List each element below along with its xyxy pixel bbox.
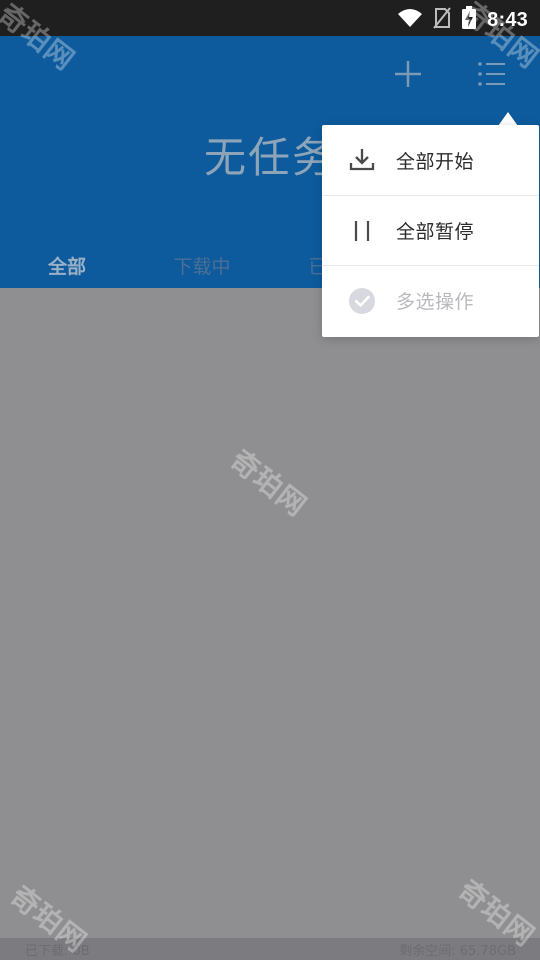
menu-label-start-all: 全部开始 <box>396 150 475 173</box>
status-bar: 8:43 <box>0 0 540 36</box>
download-icon <box>348 146 376 174</box>
no-sim-icon <box>433 7 451 33</box>
status-time: 8:43 <box>487 9 528 31</box>
modal-overlay[interactable] <box>0 288 540 938</box>
wifi-icon <box>397 8 423 32</box>
status-icons: 8:43 <box>397 6 528 34</box>
battery-charging-icon <box>461 6 477 34</box>
menu-button[interactable] <box>464 48 520 104</box>
menu-label-multi-select: 多选操作 <box>396 291 475 313</box>
free-space: 剩余空间: 65.78GB <box>399 943 516 959</box>
list-menu-icon <box>477 60 507 92</box>
menu-caret <box>498 112 518 126</box>
downloaded-size: 已下载: 0B <box>25 943 90 959</box>
menu-item-start-all[interactable]: 全部开始 <box>322 125 539 195</box>
popup-menu: 全部开始 全部暂停 多选操作 <box>322 125 539 337</box>
menu-item-pause-all[interactable]: 全部暂停 <box>322 195 539 265</box>
pause-icon <box>348 217 376 245</box>
plus-icon <box>393 59 423 93</box>
tab-all[interactable]: 全部 <box>20 242 114 288</box>
menu-label-pause-all: 全部暂停 <box>396 221 475 243</box>
storage-footer: 已下载: 0B 剩余空间: 65.78GB <box>0 938 540 960</box>
add-button[interactable] <box>380 48 436 104</box>
check-circle-icon <box>348 287 376 315</box>
download-manager-screen: 8:43 无任务 全部 下载中 已 已下载: 0B 剩余空间: 65.78GB … <box>0 0 540 960</box>
tab-downloading[interactable]: 下载中 <box>150 242 254 288</box>
menu-item-multi-select[interactable]: 多选操作 <box>322 265 539 335</box>
